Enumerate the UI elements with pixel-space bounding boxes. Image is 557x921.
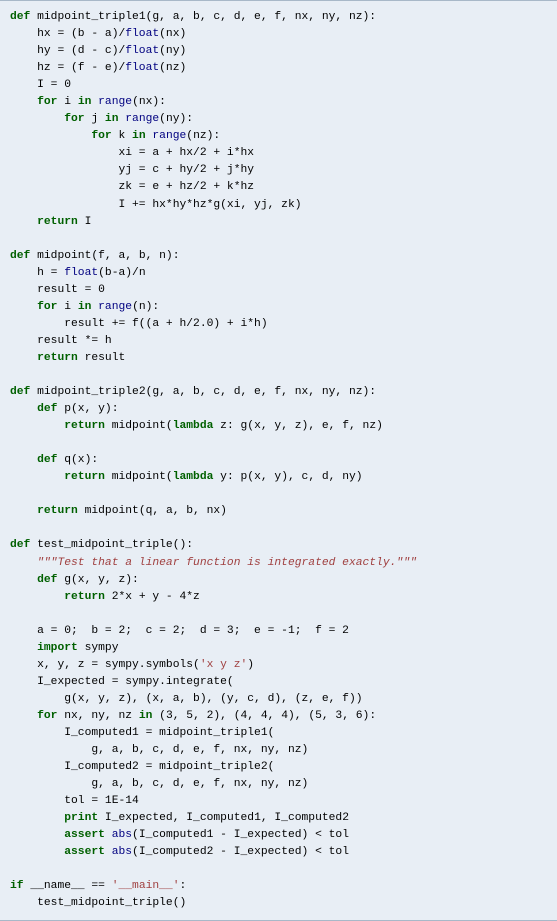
code-content: def midpoint_triple1(g, a, b, c, d, e, f… — [10, 11, 417, 909]
code-snippet: def midpoint_triple1(g, a, b, c, d, e, f… — [0, 0, 557, 921]
